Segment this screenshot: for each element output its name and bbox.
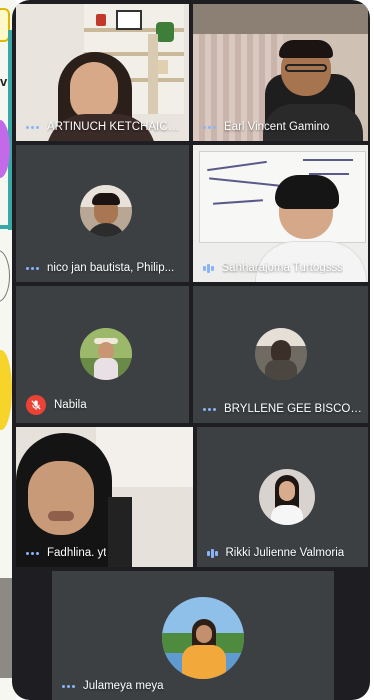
audio-level-icon: [207, 548, 218, 558]
audio-level-icon: [203, 263, 214, 273]
participant-tile[interactable]: ARTINUCH KETCHAICH...: [16, 4, 189, 141]
participant-name: Rikki Julienne Valmoria: [225, 547, 345, 559]
speaking-indicator-icon: [62, 684, 75, 688]
participant-name: ARTINUCH KETCHAICH...: [47, 121, 183, 133]
speaking-indicator-icon: [203, 125, 216, 129]
avatar: [80, 328, 132, 380]
participant-tile[interactable]: Earl Vincent Gamino: [193, 4, 368, 141]
participant-label: Rikki Julienne Valmoria: [207, 547, 362, 559]
participant-tile[interactable]: Rikki Julienne Valmoria: [197, 427, 368, 567]
participant-name: Julameya meya: [83, 680, 164, 692]
participant-name: nico jan bautista, Philip...: [47, 262, 175, 274]
speaking-indicator-icon: [26, 551, 39, 555]
participant-name: BRYLLENE GEE BISCON...: [224, 403, 362, 415]
participant-label: Earl Vincent Gamino: [203, 121, 362, 133]
slide-photo: [0, 578, 12, 678]
meeting-grid: ARTINUCH KETCHAICH... Earl Vincent Gamin…: [12, 0, 370, 700]
participant-label: BRYLLENE GEE BISCON...: [203, 403, 362, 415]
participant-tile[interactable]: Fadhlina. yt: [16, 427, 193, 567]
participant-label: Julameya meya: [62, 680, 328, 692]
video-feed: [16, 427, 193, 567]
speaking-indicator-icon: [26, 266, 39, 270]
participant-tile[interactable]: Julameya meya: [52, 571, 334, 700]
mic-off-icon: [26, 395, 46, 415]
speaking-indicator-icon: [26, 125, 39, 129]
participant-label: ARTINUCH KETCHAICH...: [26, 121, 183, 133]
participant-tile[interactable]: Sahharajoma Turtogsss: [193, 145, 368, 282]
participant-name: Earl Vincent Gamino: [224, 121, 330, 133]
participant-tile[interactable]: nico jan bautista, Philip...: [16, 145, 189, 282]
participant-label: Nabila: [26, 395, 183, 415]
avatar: [255, 328, 307, 380]
speaking-indicator-icon: [203, 407, 216, 411]
slide-shape: [0, 350, 12, 430]
participant-label: Sahharajoma Turtogsss: [203, 262, 362, 274]
avatar: [162, 597, 244, 679]
avatar: [259, 469, 315, 525]
slide-text: v: [0, 74, 8, 89]
participant-label: Fadhlina. yt: [26, 547, 187, 559]
participant-tile[interactable]: BRYLLENE GEE BISCON...: [193, 286, 368, 423]
participant-name: Fadhlina. yt: [47, 547, 107, 559]
participant-name: Sahharajoma Turtogsss: [221, 262, 343, 274]
participant-tile[interactable]: Nabila: [16, 286, 189, 423]
participant-label: nico jan bautista, Philip...: [26, 262, 183, 274]
avatar: [80, 185, 132, 237]
participant-name: Nabila: [54, 399, 87, 411]
slide-shape: [0, 250, 10, 302]
